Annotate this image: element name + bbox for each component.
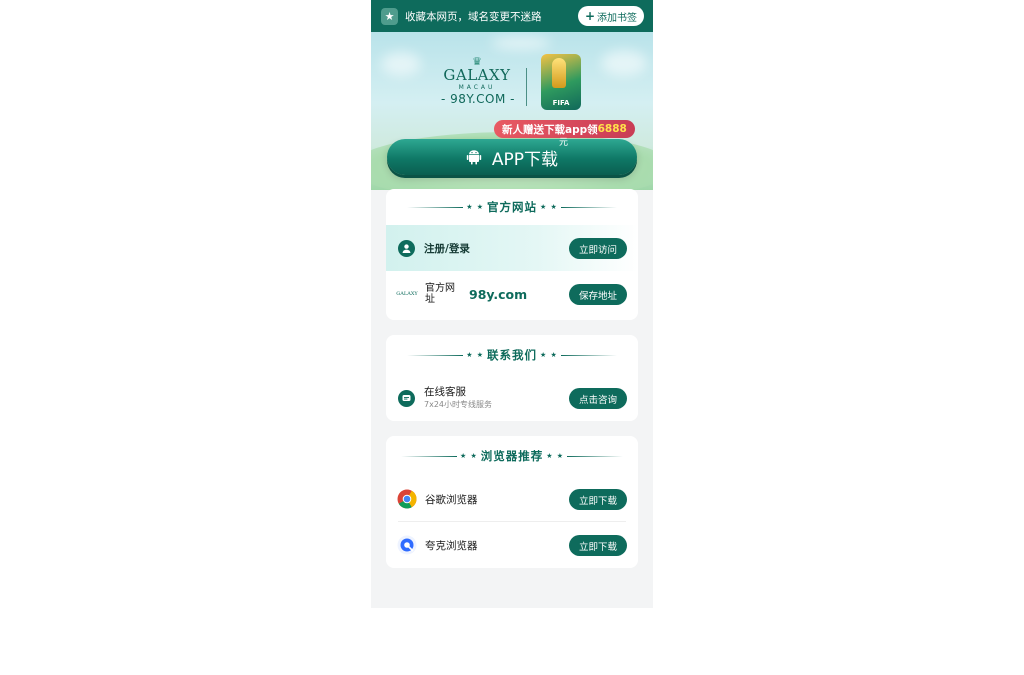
customer-service-label: 在线客服 <box>424 386 466 398</box>
star-icon: ★ ★ <box>540 351 558 359</box>
chrome-row: 谷歌浏览器 立即下载 <box>386 476 638 522</box>
save-address-button[interactable]: 保存地址 <box>568 284 627 305</box>
star-icon: ★ ★ <box>540 203 558 211</box>
star-badge-icon: ★ <box>381 7 398 25</box>
logo-sub: MACAU <box>458 84 496 91</box>
android-icon <box>466 150 482 165</box>
contact-card: ★ ★ 联系我们 ★ ★ 在线客服 7x24小时专线服务 点击咨询 <box>386 335 638 421</box>
star-icon: ★ ★ <box>459 452 478 460</box>
quark-row: 夸克浏览器 立即下载 <box>386 522 638 568</box>
logo-name: GALAXY <box>443 66 511 84</box>
app-download-button[interactable]: APP下载 元 <box>387 138 637 175</box>
chrome-download-button[interactable]: 立即下载 <box>568 489 627 510</box>
logo-divider <box>526 68 527 106</box>
bookmark-banner: ★ 收藏本网页，域名变更不迷路 + 添加书签 <box>371 0 653 32</box>
add-bookmark-button[interactable]: + 添加书签 <box>577 6 644 26</box>
card-title: ★ ★ 浏览器推荐 ★ ★ <box>386 436 638 476</box>
promo-text: 新人赠送下载app领 <box>502 123 598 136</box>
star-icon: ★ ★ <box>546 452 565 460</box>
world-cup-logo: FIFA <box>541 54 581 110</box>
chrome-icon <box>397 489 417 509</box>
bookmark-message: 收藏本网页，域名变更不迷路 <box>405 10 542 23</box>
chrome-label: 谷歌浏览器 <box>425 493 478 506</box>
visit-now-button[interactable]: 立即访问 <box>568 238 627 259</box>
trophy-icon <box>552 58 566 88</box>
official-url-label: 官方网址 <box>425 283 455 305</box>
fifa-label: FIFA <box>552 99 570 107</box>
promo-yuan: 元 <box>559 138 569 148</box>
star-icon: ★ ★ <box>466 203 484 211</box>
register-login-label: 注册/登录 <box>424 242 470 255</box>
card-title: ★ ★ 联系我们 ★ ★ <box>386 335 638 375</box>
quark-download-button[interactable]: 立即下载 <box>568 535 627 556</box>
quark-label: 夸克浏览器 <box>425 539 478 552</box>
plus-icon: + <box>584 9 595 23</box>
add-bookmark-label: 添加书签 <box>597 12 637 24</box>
star-icon: ★ ★ <box>466 351 484 359</box>
official-domain: 98y.com <box>469 286 528 302</box>
browser-card: ★ ★ 浏览器推荐 ★ ★ 谷歌浏览器 立即下载 夸克浏览器 立即下载 <box>386 436 638 568</box>
promo-amount: 6888 <box>597 123 627 135</box>
app-download-label: APP下载 <box>491 149 559 170</box>
contact-title: 联系我们 <box>487 348 537 362</box>
official-url-row: GALAXY 官方网址 98y.com 保存地址 <box>386 271 638 317</box>
chat-icon <box>398 389 415 407</box>
user-icon <box>398 239 415 257</box>
mobile-page: ★ 收藏本网页，域名变更不迷路 + 添加书签 ♛ GALAXY MACAU - … <box>371 0 653 608</box>
official-title: 官方网站 <box>487 200 537 214</box>
consult-button[interactable]: 点击咨询 <box>568 388 627 409</box>
galaxy-macau-logo: ♛ GALAXY MACAU - 98Y.COM - <box>441 56 515 106</box>
browser-title: 浏览器推荐 <box>480 449 544 463</box>
customer-service-row: 在线客服 7x24小时专线服务 点击咨询 <box>386 375 638 421</box>
logo-domain: - 98Y.COM - <box>441 92 515 106</box>
official-site-card: ★ ★ 官方网站 ★ ★ 注册/登录 立即访问 GALAXY 官方网址 98y.… <box>386 189 638 320</box>
hero-banner: ♛ GALAXY MACAU - 98Y.COM - FIFA 新人赠送下载ap… <box>371 32 653 190</box>
customer-service-sublabel: 7x24小时专线服务 <box>424 400 493 409</box>
register-login-row: 注册/登录 立即访问 <box>386 225 638 271</box>
quark-icon <box>397 535 417 555</box>
galaxy-logo-icon: GALAXY <box>396 291 418 297</box>
card-title: ★ ★ 官方网站 ★ ★ <box>386 189 638 225</box>
